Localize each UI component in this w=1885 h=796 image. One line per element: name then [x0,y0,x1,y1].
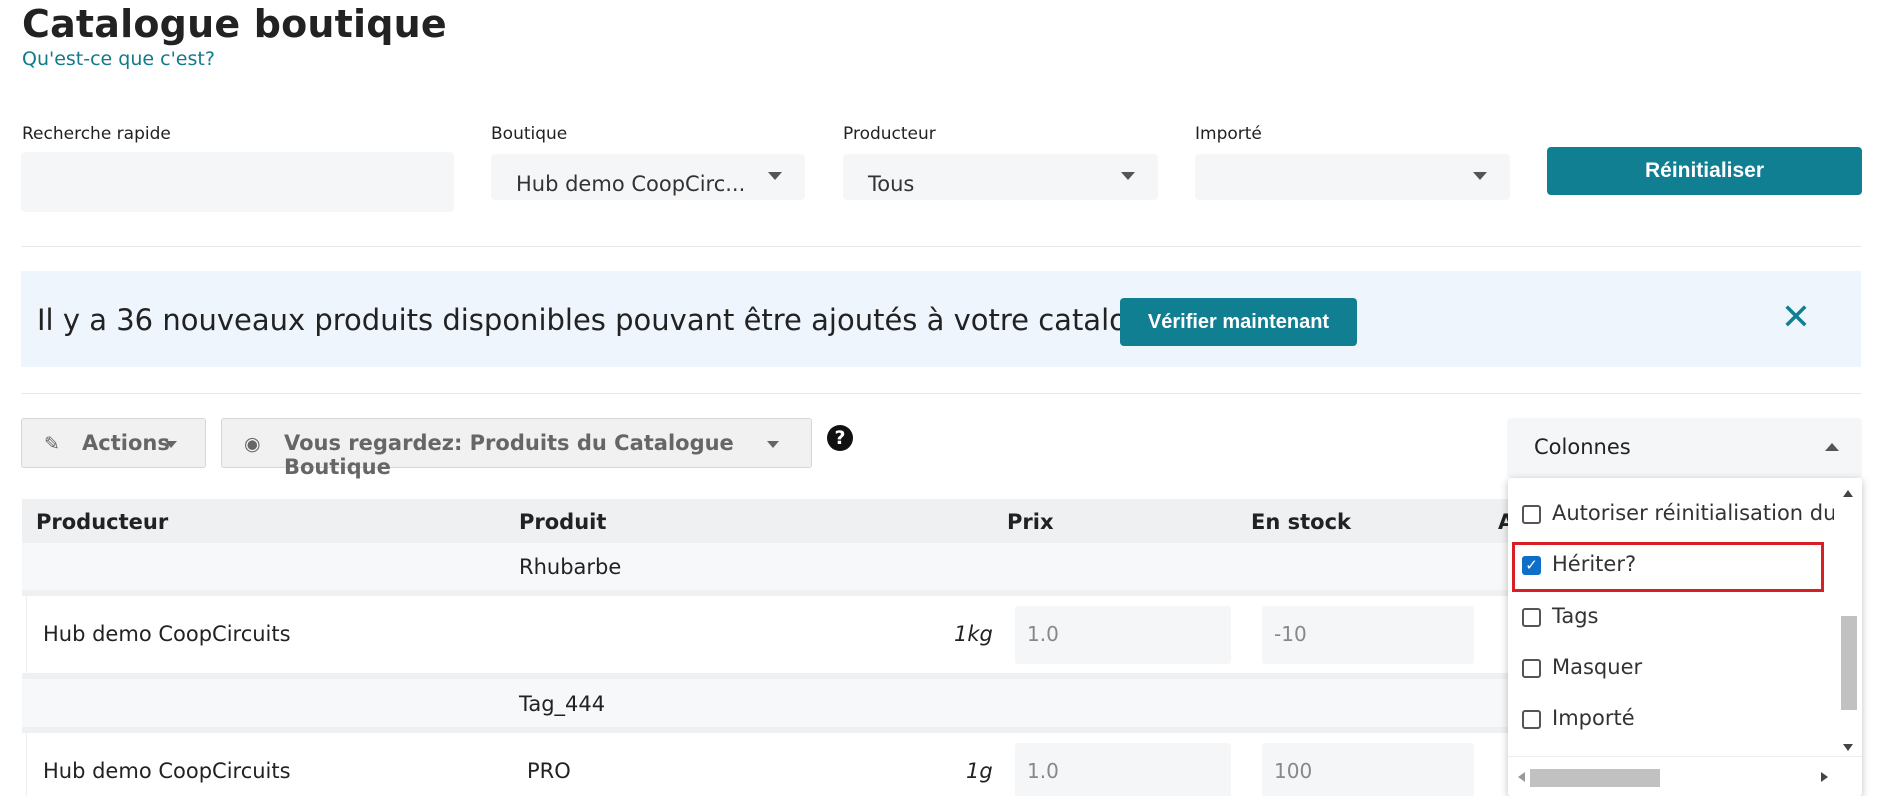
variant-name: PRO [527,759,571,783]
column-option-label: Autoriser réinitialisation du s [1552,501,1834,525]
columns-dropdown-menu: Autoriser réinitialisation du s ✓ Hérite… [1508,478,1862,796]
checkbox[interactable] [1522,710,1541,729]
columns-label: Colonnes [1534,435,1631,459]
producer-filter-value: Tous [868,172,915,196]
checkbox-checked[interactable]: ✓ [1522,556,1541,575]
column-option-label: Hériter? [1552,552,1637,576]
column-header[interactable]: Produit [519,510,606,534]
shop-filter-label: Boutique [491,124,568,144]
scroll-up-icon[interactable] [1843,490,1853,497]
producer-filter-select[interactable]: Tous [843,154,1158,200]
chevron-up-icon [1825,443,1839,451]
reset-filters-button[interactable]: Réinitialiser [1547,147,1862,195]
product-name: Tag_444 [519,692,606,716]
edit-icon: ✎ [44,433,60,455]
quick-search-input[interactable] [21,152,454,212]
stock-input[interactable]: -10 [1262,606,1474,664]
whatis-link[interactable]: Qu'est-ce que c'est? [22,48,215,70]
column-header[interactable]: En stock [1251,510,1351,534]
scrollbar-thumb[interactable] [1841,616,1857,710]
eye-icon: ◉ [244,433,261,455]
imported-filter-select[interactable] [1195,154,1510,200]
help-icon[interactable]: ? [827,425,853,451]
page-title: Catalogue boutique [22,2,447,46]
divider [22,393,1861,394]
horizontal-scrollbar[interactable] [1508,756,1862,796]
chevron-down-icon [1121,172,1135,180]
producer-name: Hub demo CoopCircuits [43,622,291,646]
column-header[interactable]: Producteur [36,510,168,534]
notice-text: Il y a 36 nouveaux produits disponibles … [37,303,1191,337]
column-header[interactable]: Prix [1007,510,1054,534]
price-input[interactable]: 1.0 [1015,743,1231,796]
column-option-hide[interactable]: Masquer [1522,649,1832,689]
view-selector-label: Vous regardez: Produits du Catalogue Bou… [284,431,734,479]
variant-unit: 1kg [954,622,993,646]
columns-dropdown-toggle[interactable]: Colonnes [1507,418,1862,478]
product-name: Rhubarbe [519,555,622,579]
actions-label: Actions [82,431,170,455]
shop-filter-value: Hub demo CoopCirc... [516,172,746,196]
divider [22,246,1861,247]
producer-filter-label: Producteur [843,124,936,144]
imported-filter-label: Importé [1195,124,1262,144]
checkbox[interactable] [1522,505,1541,524]
column-option-label: Tags [1552,604,1599,628]
chevron-down-icon [768,172,782,180]
column-option-label: Importé [1552,706,1635,730]
variant-unit: 1g [966,759,993,783]
chevron-down-icon [165,441,177,448]
vertical-scrollbar[interactable] [1838,478,1858,756]
column-option-reset-stock[interactable]: Autoriser réinitialisation du s [1522,495,1834,535]
stock-input[interactable]: 100 [1262,743,1474,796]
new-products-notice: Il y a 36 nouveaux produits disponibles … [21,271,1861,367]
scroll-right-icon[interactable] [1821,772,1828,782]
view-selector-button[interactable]: ◉ Vous regardez: Produits du Catalogue B… [221,418,812,479]
columns-option-list: Autoriser réinitialisation du s ✓ Hérite… [1508,478,1834,756]
column-option-label: Masquer [1552,655,1643,679]
quick-search-label: Recherche rapide [22,124,171,144]
checkbox[interactable] [1522,659,1541,678]
checkbox[interactable] [1522,608,1541,627]
actions-button[interactable]: ✎ Actions [21,418,206,468]
column-option-inherit[interactable]: ✓ Hériter? [1522,546,1832,586]
producer-name: Hub demo CoopCircuits [43,759,291,783]
column-option-tags[interactable]: Tags [1522,598,1832,638]
check-now-button[interactable]: Vérifier maintenant [1120,298,1357,346]
price-input[interactable]: 1.0 [1015,606,1231,664]
scroll-left-icon[interactable] [1518,772,1525,782]
chevron-down-icon [1473,172,1487,180]
shop-filter-select[interactable]: Hub demo CoopCirc... [491,154,805,200]
scrollbar-thumb[interactable] [1530,769,1660,787]
chevron-down-icon [767,441,779,448]
column-option-imported[interactable]: Importé [1522,700,1832,740]
scroll-down-icon[interactable] [1843,744,1853,751]
close-icon[interactable]: ✕ [1781,297,1811,338]
